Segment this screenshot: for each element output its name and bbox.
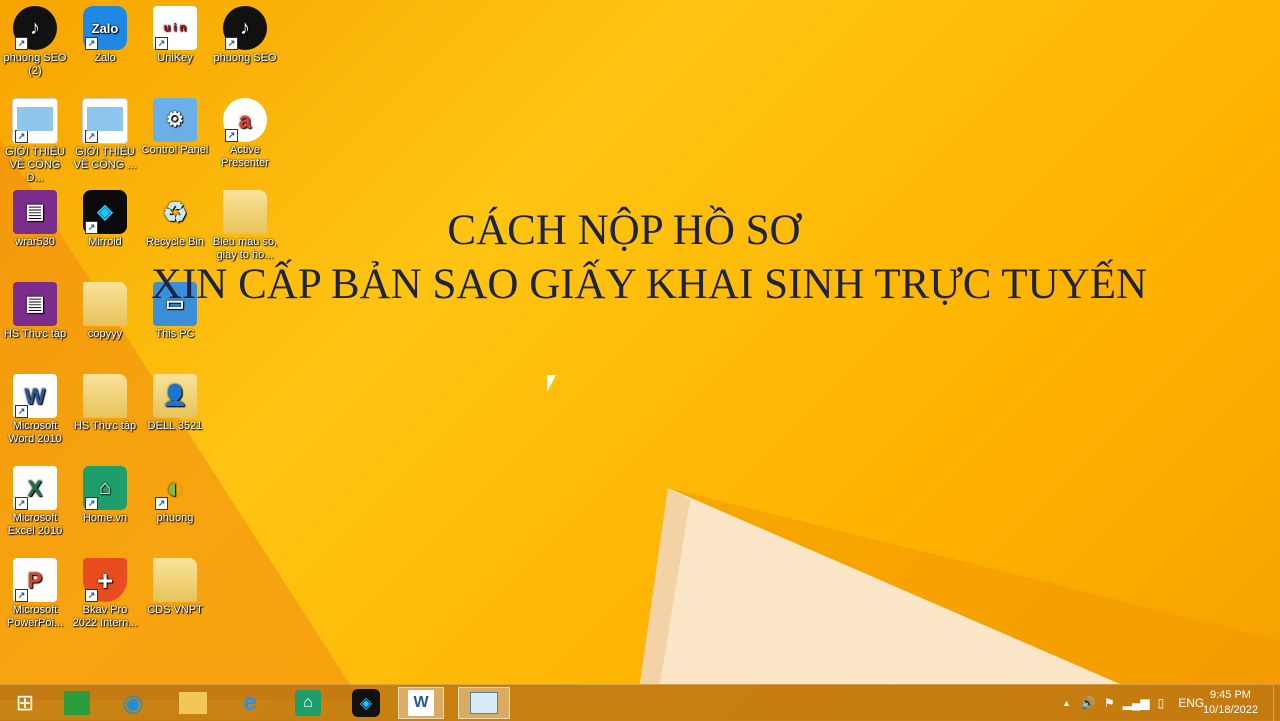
desktop-icon-label: Home.vn xyxy=(82,512,128,524)
taskbar: ⊞ ◉ e ⌂ ◈ W ▲ 🔊 ⚑ ▂▄▆ ▯ ENG 9:45 PM 10/1… xyxy=(0,684,1280,721)
volume-icon[interactable]: 🔊 xyxy=(1081,696,1096,710)
desktop-icon-label: CDS VNPT xyxy=(147,604,203,616)
desktop-icon-hs-thuc-tap-folder[interactable]: HS Thực tập xyxy=(70,374,140,433)
desktop-icon-phuong-seo-2[interactable]: ♪ ↗ phuong SEO (2) xyxy=(0,6,70,78)
taskbar-edge[interactable]: ◉ xyxy=(110,687,156,719)
desktop-icon-gioi-thieu-2[interactable]: ↗ GIỚI THIỆU VỀ CÔNG ... xyxy=(70,98,140,172)
desktop-icon-label: This PC xyxy=(155,328,195,340)
desktop-icon-powerpoint[interactable]: P ↗ Microsoft PowerPoi... xyxy=(0,558,70,630)
desktop-icon-phuong[interactable]: ◐ ↗ phuong xyxy=(140,466,210,525)
desktop-icon-label: Zalo xyxy=(94,52,116,64)
home-icon: ⌂ xyxy=(295,690,321,716)
desktop-icon-excel-2010[interactable]: X ↗ Microsoft Excel 2010 xyxy=(0,466,70,538)
mirroid-icon: ◈ xyxy=(352,689,380,717)
presentation-file-icon: ↗ xyxy=(82,98,128,144)
show-desktop-button[interactable] xyxy=(1273,685,1280,721)
excel-icon: X ↗ xyxy=(13,466,57,510)
desktop-icon-dell-3521[interactable]: 👤 DELL 3521 xyxy=(140,374,210,433)
taskbar-mirroid[interactable]: ◈ xyxy=(343,687,389,719)
windows-logo-icon: ⊞ xyxy=(15,690,35,715)
clock-time: 9:45 PM xyxy=(1209,689,1251,701)
desktop-icon-gioi-thieu-1[interactable]: ↗ GIỚI THIỆU VỀ CÔNG D... xyxy=(0,98,70,185)
desktop-icon-label: UniKey xyxy=(157,52,193,64)
powerpoint-icon: P ↗ xyxy=(13,558,57,602)
desktop-icon-label: GIỚI THIỆU VỀ CÔNG ... xyxy=(73,146,137,171)
network-signal-icon[interactable]: ▂▄▆ xyxy=(1123,696,1150,710)
taskbar-photo-viewer[interactable] xyxy=(458,687,510,719)
desktop-icon-home-vn[interactable]: ⌂ ↗ Home.vn xyxy=(70,466,140,525)
folder-icon xyxy=(179,692,207,714)
store-icon xyxy=(64,691,90,715)
desktop-icon-cds-vnpt[interactable]: CDS VNPT xyxy=(140,558,210,617)
taskbar-file-explorer[interactable] xyxy=(170,687,216,719)
desktop-icon-label: DELL 3521 xyxy=(147,420,203,432)
active-presenter-icon: a ↗ xyxy=(223,98,267,142)
desktop-icon-label: HS Thực tập xyxy=(3,328,67,340)
image-icon xyxy=(470,692,498,714)
desktop-icon-control-panel[interactable]: ⚙ Control Panel xyxy=(140,98,210,157)
desktop-icon-label: Microsoft Excel 2010 xyxy=(7,512,63,537)
bkav-shield-icon: + ↗ xyxy=(83,558,127,602)
desktop-icon-word-2010[interactable]: W ↗ Microsoft Word 2010 xyxy=(0,374,70,446)
show-hidden-icons-button[interactable]: ▲ xyxy=(1062,698,1071,708)
user-folder-icon: 👤 xyxy=(153,374,197,418)
overlay-title-line-2: XIN CẤP BẢN SAO GIẤY KHAI SINH TRỰC TUYẾ… xyxy=(150,261,1148,308)
taskbar-word[interactable]: W xyxy=(398,687,444,719)
unikey-icon: u i n ↗ xyxy=(153,6,197,50)
action-center-flag-icon[interactable]: ⚑ xyxy=(1104,696,1115,710)
taskbar-home-vn[interactable]: ⌂ xyxy=(285,687,331,719)
desktop-icon-label: Microsoft Word 2010 xyxy=(8,420,62,445)
word-icon: W ↗ xyxy=(13,374,57,418)
input-language-indicator[interactable]: ENG xyxy=(1178,696,1204,710)
folder-icon xyxy=(153,558,197,602)
desktop-icon-label: phuong xyxy=(156,512,194,524)
mouse-cursor-icon xyxy=(547,375,556,392)
desktop-icon-bkav-pro[interactable]: + ↗ Bkav Pro 2022 Intern... xyxy=(70,558,140,630)
word-icon: W xyxy=(408,690,434,716)
desktop-icon-label: Microsoft PowerPoi... xyxy=(6,604,64,629)
home-icon: ⌂ ↗ xyxy=(83,466,127,510)
desktop-icon-active-presenter[interactable]: a ↗ Active Presenter xyxy=(210,98,280,170)
desktop-icon-zalo[interactable]: Zalo ↗ Zalo xyxy=(70,6,140,65)
desktop-icon-label: Active Presenter xyxy=(221,144,269,169)
control-panel-icon: ⚙ xyxy=(153,98,197,142)
internet-explorer-icon: e xyxy=(243,689,257,716)
zalo-icon: Zalo ↗ xyxy=(83,6,127,50)
taskbar-clock[interactable]: 9:45 PM 10/18/2022 xyxy=(1203,688,1258,718)
edge-icon: ◉ xyxy=(122,689,144,717)
clock-date: 10/18/2022 xyxy=(1202,704,1258,716)
desktop-icon-label: HS Thực tập xyxy=(73,420,137,432)
desktop-icon-label: Bkav Pro 2022 Intern... xyxy=(72,604,138,629)
presentation-file-icon: ↗ xyxy=(12,98,58,144)
tiktok-icon: ♪ ↗ xyxy=(223,6,267,50)
start-button[interactable]: ⊞ xyxy=(2,687,48,719)
desktop-icon-label: phuong SEO (2) xyxy=(3,52,67,77)
coccoc-browser-icon: ◐ ↗ xyxy=(153,466,197,510)
desktop-icon-phuong-seo[interactable]: ♪ ↗ phuong SEO xyxy=(210,6,280,65)
desktop-icon-unikey[interactable]: u i n ↗ UniKey xyxy=(140,6,210,65)
overlay-title-line-1: CÁCH NỘP HỒ SƠ xyxy=(447,207,801,254)
desktop-icon-label: Control Panel xyxy=(141,144,209,156)
battery-icon[interactable]: ▯ xyxy=(1158,696,1165,710)
tiktok-icon: ♪ ↗ xyxy=(13,6,57,50)
taskbar-store[interactable] xyxy=(54,687,100,719)
system-tray: ▲ 🔊 ⚑ ▂▄▆ ▯ ENG xyxy=(1062,685,1204,721)
desktop-icon-label: phuong SEO xyxy=(213,52,277,64)
folder-icon xyxy=(83,374,127,418)
taskbar-internet-explorer[interactable]: e xyxy=(227,687,273,719)
desktop-icon-label: copyyy xyxy=(87,328,123,340)
desktop-icon-label: GIỚI THIỆU VỀ CÔNG D... xyxy=(5,146,65,184)
